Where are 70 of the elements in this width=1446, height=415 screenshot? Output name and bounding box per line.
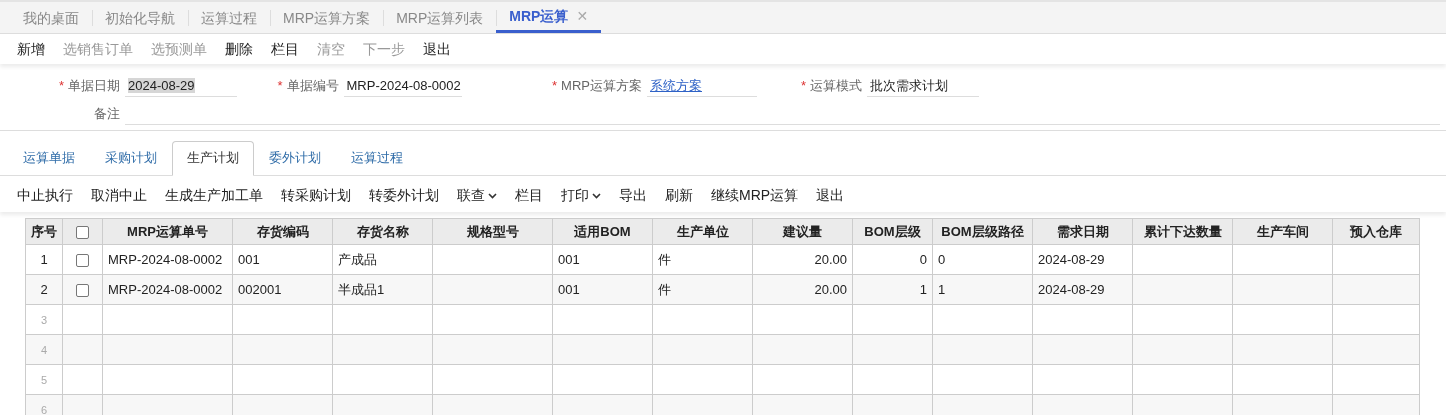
table-cell: MRP-2024-08-0002	[102, 274, 233, 305]
tab[interactable]: 运算单据	[8, 141, 90, 176]
row-number: 5	[40, 373, 48, 386]
table-cell: 件	[652, 244, 753, 275]
field-label: * 运算模式	[799, 77, 862, 96]
row-number: 1	[25, 244, 63, 275]
checkbox[interactable]	[76, 225, 89, 239]
column-header: 生产车间	[1232, 218, 1333, 245]
row-number: 2	[25, 274, 63, 305]
toolbar-button[interactable]: 打印	[552, 179, 610, 212]
column-header: 适用BOM	[552, 218, 653, 245]
column-header: BOM层级路径	[932, 218, 1033, 245]
toolbar-button[interactable]: 刷新	[656, 179, 702, 212]
toolbar-button[interactable]: 生成生产加工单	[156, 179, 272, 212]
column-header: 建议量	[752, 218, 853, 245]
column-header: 预入仓库	[1332, 218, 1420, 245]
field-label: 备注	[93, 105, 120, 124]
column-header: 规格型号	[432, 218, 553, 245]
toolbar-button[interactable]: 新增	[8, 35, 54, 63]
table-cell: 0	[852, 244, 933, 275]
column-header: 序号	[25, 218, 63, 245]
table-cell: MRP-2024-08-0002	[102, 244, 233, 275]
table-cell: 1	[932, 274, 1033, 305]
table-cell: 002001	[232, 274, 333, 305]
field-label: * 单据编号	[276, 77, 339, 96]
tab[interactable]: 生产计划	[172, 141, 254, 176]
toolbar-button[interactable]: 删除	[216, 35, 262, 63]
table-cell: 半成品1	[332, 274, 433, 305]
table-cell: 001	[552, 274, 653, 305]
column-header: 存货编码	[232, 218, 333, 245]
toolbar-button[interactable]: 导出	[610, 179, 656, 212]
toolbar-button[interactable]: 转委外计划	[360, 179, 448, 212]
table-cell: 20.00	[752, 274, 853, 305]
row-number: 3	[40, 313, 48, 326]
toolbar-button[interactable]: 栏目	[506, 179, 552, 212]
toolbar-button[interactable]: 取消中止	[82, 179, 156, 212]
toolbar-button[interactable]: 继续MRP运算	[702, 179, 808, 212]
column-header: 存货名称	[332, 218, 433, 245]
table-cell: 001	[232, 244, 333, 275]
tab[interactable]: 采购计划	[90, 141, 172, 176]
checkbox[interactable]	[76, 253, 89, 267]
table-cell: 产成品	[332, 244, 433, 275]
toolbar-button[interactable]: 中止执行	[8, 179, 82, 212]
field-label: * MRP运算方案	[551, 77, 642, 96]
table-cell: 20.00	[752, 244, 853, 275]
field-label: * 单据日期	[57, 77, 120, 96]
input-field[interactable]: 2024-08-29	[125, 75, 237, 97]
toolbar-button[interactable]: 退出	[414, 35, 460, 63]
row-number: 4	[40, 343, 48, 356]
column-header: 累计下达数量	[1132, 218, 1233, 245]
toolbar-button[interactable]: 联查	[448, 179, 506, 212]
tab[interactable]: 运算过程	[336, 141, 418, 176]
column-header: 生产单位	[652, 218, 753, 245]
toolbar-button[interactable]: 栏目	[262, 35, 308, 63]
table-cell: 2024-08-29	[1032, 244, 1133, 275]
tab[interactable]: 委外计划	[254, 141, 336, 176]
toolbar-button[interactable]: 退出	[807, 179, 854, 212]
column-header: MRP运算单号	[102, 218, 233, 245]
table-cell: 001	[552, 244, 653, 275]
column-header: 需求日期	[1032, 218, 1133, 245]
table-cell: 2024-08-29	[1032, 274, 1133, 305]
table-cell: 件	[652, 274, 753, 305]
row-number: 6	[40, 403, 48, 415]
document-tab[interactable]: MRP运算 ✕	[496, 2, 602, 33]
toolbar-button[interactable]: 转采购计划	[272, 179, 360, 212]
scheme-link[interactable]: 系统方案	[647, 74, 757, 98]
column-header: BOM层级	[852, 218, 933, 245]
table-cell: 1	[852, 274, 933, 305]
checkbox[interactable]	[76, 283, 89, 297]
table-cell: 0	[932, 244, 1033, 275]
